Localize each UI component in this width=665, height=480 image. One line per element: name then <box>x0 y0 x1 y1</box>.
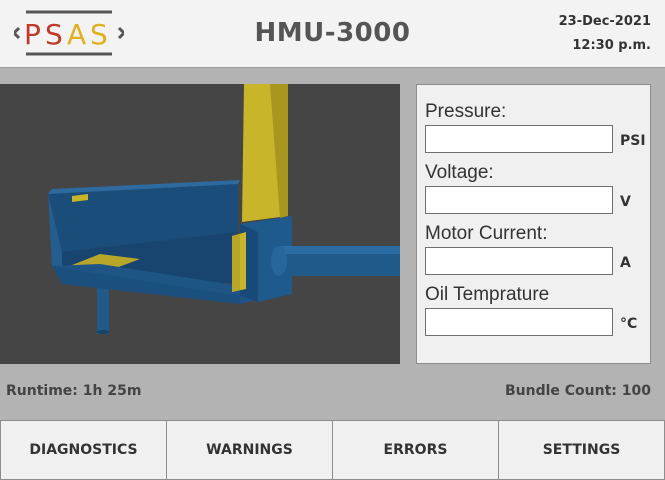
time-display: 12:30 p.m. <box>572 38 651 53</box>
voltage-label: Voltage: <box>425 162 494 183</box>
settings-button[interactable]: SETTINGS <box>498 420 665 480</box>
bundle-count-text: Bundle Count: 100 <box>504 383 651 399</box>
header-bar: P S A S HMU-3000 23-Dec-2021 12:30 p.m. <box>0 0 665 68</box>
motor-current-label: Motor Current: <box>425 223 548 244</box>
voltage-field[interactable] <box>425 186 613 214</box>
diagnostics-button[interactable]: DIAGNOSTICS <box>0 420 167 480</box>
motor-current-field[interactable] <box>425 247 613 275</box>
warnings-button[interactable]: WARNINGS <box>166 420 333 480</box>
errors-button[interactable]: ERRORS <box>332 420 499 480</box>
pressure-label: Pressure: <box>425 101 507 122</box>
bottom-nav: DIAGNOSTICS WARNINGS ERRORS SETTINGS <box>0 420 665 480</box>
runtime-text: Runtime: 1h 25m <box>6 383 142 399</box>
machine-3d-viewport[interactable] <box>0 84 400 364</box>
readings-panel: Pressure: PSI Voltage: V Motor Current: … <box>416 84 651 364</box>
oil-temperature-label: Oil Temprature <box>425 284 550 305</box>
voltage-unit: V <box>620 194 631 210</box>
motor-current-unit: A <box>620 255 631 271</box>
oil-temperature-field[interactable] <box>425 308 613 336</box>
pressure-unit: PSI <box>620 133 646 149</box>
hmu-screen: P S A S HMU-3000 23-Dec-2021 12:30 p.m. <box>0 0 665 480</box>
oil-temperature-unit: °C <box>620 316 638 332</box>
pressure-field[interactable] <box>425 125 613 153</box>
date-display: 23-Dec-2021 <box>558 14 651 29</box>
machine-model-illustration <box>48 84 400 334</box>
